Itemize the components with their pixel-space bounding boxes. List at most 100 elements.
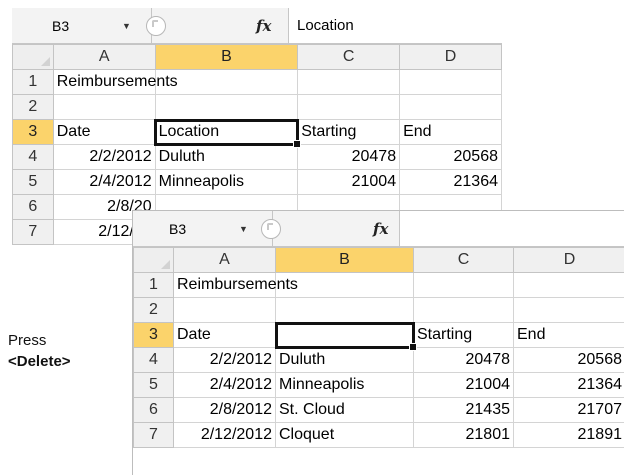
row-header[interactable]: 1 xyxy=(13,70,54,95)
cell-a2[interactable] xyxy=(53,95,155,120)
cell-c3[interactable]: Starting xyxy=(298,120,400,145)
spreadsheet-after: B3 ▼ fx A B C D 1 Reimbursements 2 xyxy=(132,210,624,475)
formula-input[interactable] xyxy=(399,211,624,246)
cell-text: Reimbursements xyxy=(177,276,298,294)
cell-d5[interactable]: 21364 xyxy=(400,170,502,195)
column-header-c[interactable]: C xyxy=(298,45,400,70)
column-header-d[interactable]: D xyxy=(400,45,502,70)
name-box-value: B3 xyxy=(52,18,69,34)
cell-d2[interactable] xyxy=(514,298,624,323)
select-all-corner[interactable] xyxy=(13,45,54,70)
cell-b2[interactable] xyxy=(155,95,298,120)
chevron-down-icon[interactable]: ▼ xyxy=(122,21,131,31)
caption-line-key: <Delete> xyxy=(8,351,71,372)
cell-b2[interactable] xyxy=(276,298,414,323)
cell-a1[interactable]: Reimbursements xyxy=(53,70,155,95)
cell-a5[interactable]: 2/4/2012 xyxy=(174,373,276,398)
cell-c7[interactable]: 21801 xyxy=(414,423,514,448)
column-header-d[interactable]: D xyxy=(514,248,624,273)
row-header[interactable]: 4 xyxy=(13,145,54,170)
row-header[interactable]: 3 xyxy=(13,120,54,145)
cell-a6[interactable]: 2/8/2012 xyxy=(174,398,276,423)
cell-d6[interactable]: 21707 xyxy=(514,398,624,423)
name-box-value: B3 xyxy=(169,221,186,237)
cell-a2[interactable] xyxy=(174,298,276,323)
insert-function-icon[interactable]: fx xyxy=(373,220,388,238)
select-all-corner[interactable] xyxy=(134,248,174,273)
column-header-b[interactable]: B xyxy=(155,45,298,70)
row-header[interactable]: 5 xyxy=(134,373,174,398)
cell-b3-selected[interactable] xyxy=(276,323,414,348)
cell-c4[interactable]: 20478 xyxy=(298,145,400,170)
row-header[interactable]: 6 xyxy=(13,195,54,220)
cell-b3-selected[interactable]: Location xyxy=(155,120,298,145)
cell-d5[interactable]: 21364 xyxy=(514,373,624,398)
table-row: 2 xyxy=(13,95,502,120)
cell-b7[interactable]: Cloquet xyxy=(276,423,414,448)
cell-b4[interactable]: Duluth xyxy=(276,348,414,373)
table-row: 5 2/4/2012 Minneapolis 21004 21364 xyxy=(134,373,624,398)
row-header[interactable]: 2 xyxy=(13,95,54,120)
row-header[interactable]: 7 xyxy=(13,220,54,245)
cell-c5[interactable]: 21004 xyxy=(298,170,400,195)
cell-b6[interactable]: St. Cloud xyxy=(276,398,414,423)
cell-d4[interactable]: 20568 xyxy=(514,348,624,373)
cell-c3[interactable]: Starting xyxy=(414,323,514,348)
cell-a4[interactable]: 2/2/2012 xyxy=(53,145,155,170)
cell-c1[interactable] xyxy=(298,70,400,95)
row-header[interactable]: 1 xyxy=(134,273,174,298)
formula-input[interactable]: Location xyxy=(288,8,502,43)
cell-b5[interactable]: Minneapolis xyxy=(155,170,298,195)
cell-d2[interactable] xyxy=(400,95,502,120)
cell-c4[interactable]: 20478 xyxy=(414,348,514,373)
cell-text: Reimbursements xyxy=(57,73,178,91)
cell-grid: A B C D 1 Reimbursements 2 3 Date Starti… xyxy=(133,247,624,448)
cell-a7[interactable]: 2/12/2012 xyxy=(174,423,276,448)
column-header-b[interactable]: B xyxy=(276,248,414,273)
cell-c2[interactable] xyxy=(414,298,514,323)
table-row: 4 2/2/2012 Duluth 20478 20568 xyxy=(134,348,624,373)
table-row: 1 Reimbursements xyxy=(134,273,624,298)
insert-function-icon[interactable]: fx xyxy=(256,17,271,35)
expand-handle-icon[interactable] xyxy=(146,16,166,36)
row-header[interactable]: 7 xyxy=(134,423,174,448)
cell-a3[interactable]: Date xyxy=(174,323,276,348)
cell-b4[interactable]: Duluth xyxy=(155,145,298,170)
cell-b5[interactable]: Minneapolis xyxy=(276,373,414,398)
row-header[interactable]: 2 xyxy=(134,298,174,323)
table-row: 7 2/12/2012 Cloquet 21801 21891 xyxy=(134,423,624,448)
name-box[interactable]: B3 ▼ xyxy=(12,8,152,43)
cell-a5[interactable]: 2/4/2012 xyxy=(53,170,155,195)
row-header[interactable]: 5 xyxy=(13,170,54,195)
formula-bar: B3 ▼ fx xyxy=(133,211,624,247)
row-header[interactable]: 6 xyxy=(134,398,174,423)
name-box[interactable]: B3 ▼ xyxy=(133,211,273,246)
column-header-a[interactable]: A xyxy=(53,45,155,70)
cell-d1[interactable] xyxy=(514,273,624,298)
cell-c2[interactable] xyxy=(298,95,400,120)
cell-d4[interactable]: 20568 xyxy=(400,145,502,170)
cell-d3[interactable]: End xyxy=(400,120,502,145)
cell-c1[interactable] xyxy=(414,273,514,298)
column-header-row: A B C D xyxy=(13,45,502,70)
cell-c5[interactable]: 21004 xyxy=(414,373,514,398)
row-header[interactable]: 4 xyxy=(134,348,174,373)
cell-d1[interactable] xyxy=(400,70,502,95)
chevron-down-icon[interactable]: ▼ xyxy=(239,224,248,234)
key-label: <Delete> xyxy=(8,353,71,370)
cell-d7[interactable]: 21891 xyxy=(514,423,624,448)
cell-d3[interactable]: End xyxy=(514,323,624,348)
cell-a1[interactable]: Reimbursements xyxy=(174,273,276,298)
table-row: 3 Date Location Starting End xyxy=(13,120,502,145)
row-header[interactable]: 3 xyxy=(134,323,174,348)
cell-a4[interactable]: 2/2/2012 xyxy=(174,348,276,373)
table-row: 5 2/4/2012 Minneapolis 21004 21364 xyxy=(13,170,502,195)
table-row: 3 Date Starting End xyxy=(134,323,624,348)
column-header-a[interactable]: A xyxy=(174,248,276,273)
cell-a3[interactable]: Date xyxy=(53,120,155,145)
formula-bar: B3 ▼ fx Location xyxy=(12,8,502,44)
column-header-c[interactable]: C xyxy=(414,248,514,273)
expand-handle-icon[interactable] xyxy=(261,219,281,239)
cell-c6[interactable]: 21435 xyxy=(414,398,514,423)
table-row: 2 xyxy=(134,298,624,323)
